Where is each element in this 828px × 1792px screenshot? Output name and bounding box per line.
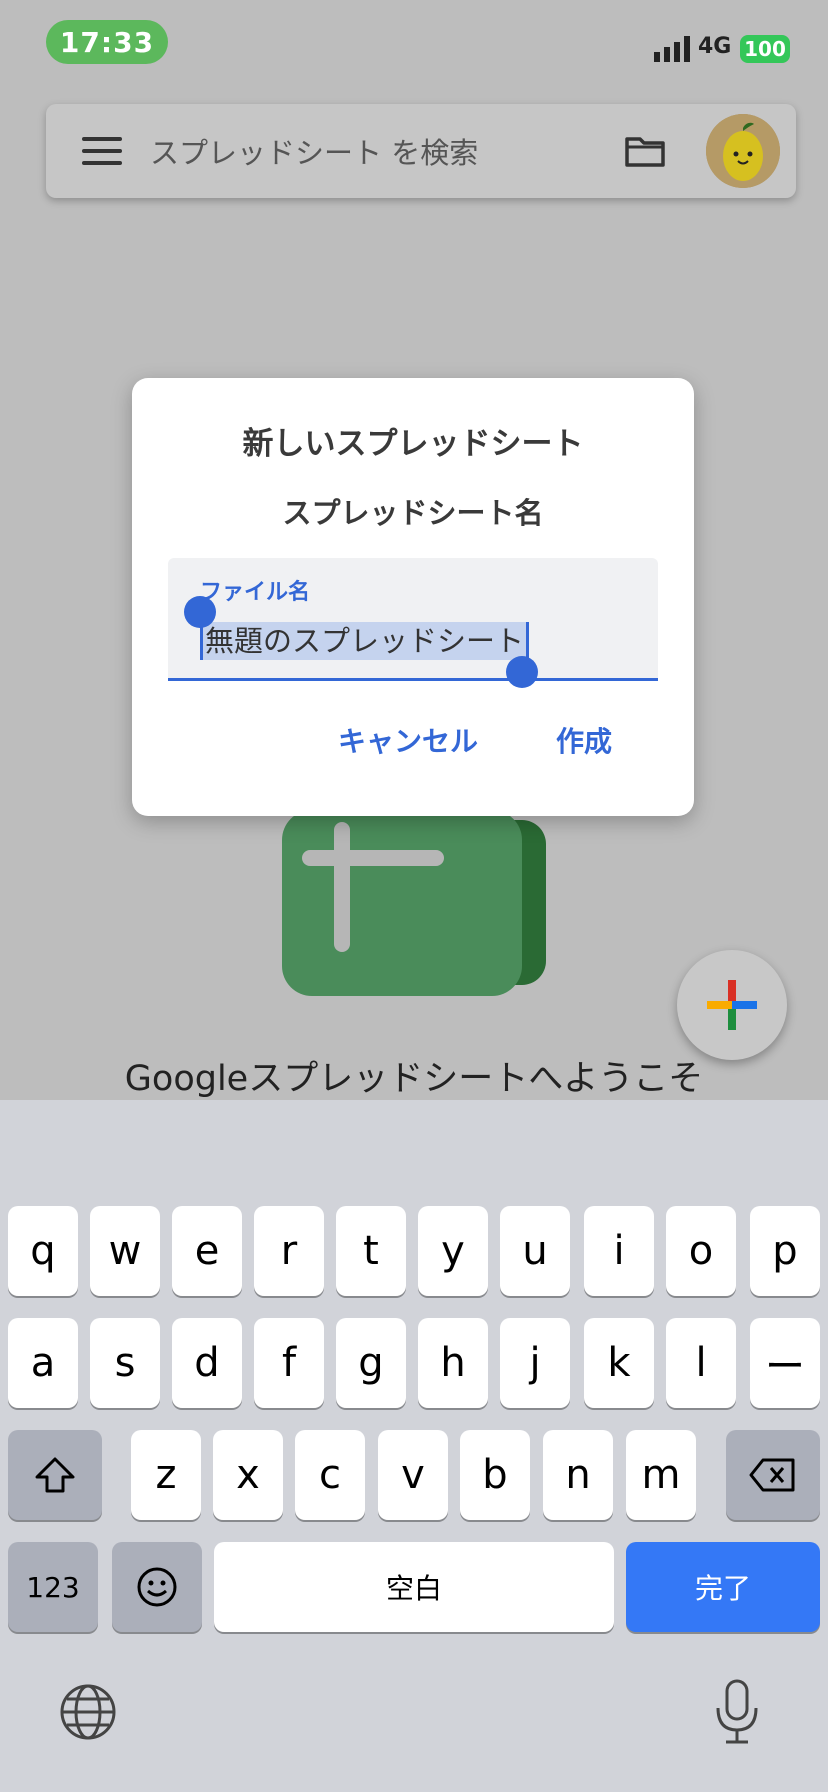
network-label: 4G <box>698 34 732 59</box>
status-time: 17:33 <box>46 20 168 64</box>
key-c[interactable]: c <box>295 1430 365 1520</box>
key-v[interactable]: v <box>378 1430 448 1520</box>
key-w[interactable]: w <box>90 1206 160 1296</box>
key-u[interactable]: u <box>500 1206 570 1296</box>
sheets-logo-icon <box>282 810 546 996</box>
cancel-button[interactable]: キャンセル <box>338 720 478 760</box>
shift-key[interactable] <box>8 1430 102 1520</box>
file-name-field[interactable]: ファイル名 無題のスプレッドシート <box>168 558 658 688</box>
key-t[interactable]: t <box>336 1206 406 1296</box>
microphone-icon[interactable] <box>712 1678 762 1746</box>
search-bar[interactable]: スプレッドシート を検索 <box>46 104 796 198</box>
key-m[interactable]: m <box>626 1430 696 1520</box>
plus-icon <box>707 980 757 1030</box>
numbers-key[interactable]: 123 <box>8 1542 98 1632</box>
space-key[interactable]: 空白 <box>214 1542 614 1632</box>
key-s[interactable]: s <box>90 1318 160 1408</box>
battery-indicator: 100 <box>740 35 790 63</box>
signal-icon <box>654 36 690 62</box>
key-i[interactable]: i <box>584 1206 654 1296</box>
avatar[interactable] <box>706 114 780 188</box>
search-placeholder[interactable]: スプレッドシート を検索 <box>150 130 478 172</box>
emoji-icon <box>137 1567 177 1607</box>
key-z[interactable]: z <box>131 1430 201 1520</box>
key-x[interactable]: x <box>213 1430 283 1520</box>
key-o[interactable]: o <box>666 1206 736 1296</box>
backspace-key[interactable] <box>726 1430 820 1520</box>
key-j[interactable]: j <box>500 1318 570 1408</box>
key-a[interactable]: a <box>8 1318 78 1408</box>
new-button[interactable] <box>677 950 787 1060</box>
file-name-input[interactable]: 無題のスプレッドシート <box>200 622 530 660</box>
field-label: ファイル名 <box>200 580 311 605</box>
done-key[interactable]: 完了 <box>626 1542 820 1632</box>
key-p[interactable]: p <box>750 1206 820 1296</box>
key-l[interactable]: l <box>666 1318 736 1408</box>
key-y[interactable]: y <box>418 1206 488 1296</box>
key-g[interactable]: g <box>336 1318 406 1408</box>
key-f[interactable]: f <box>254 1318 324 1408</box>
dialog-title: 新しいスプレッドシート <box>242 426 584 462</box>
shift-icon <box>35 1457 75 1493</box>
key-q[interactable]: q <box>8 1206 78 1296</box>
key-r[interactable]: r <box>254 1206 324 1296</box>
key-n[interactable]: n <box>543 1430 613 1520</box>
lemon-avatar-icon <box>706 114 780 188</box>
key-long-vowel[interactable]: ー <box>750 1318 820 1408</box>
keyboard: q w e r t y u i o p a s d f g h j k l ー … <box>0 1100 828 1792</box>
emoji-key[interactable] <box>112 1542 202 1632</box>
folder-icon[interactable] <box>624 134 666 168</box>
key-k[interactable]: k <box>584 1318 654 1408</box>
key-b[interactable]: b <box>460 1430 530 1520</box>
selection-end-handle[interactable] <box>506 656 538 688</box>
menu-icon[interactable] <box>82 137 122 165</box>
backspace-icon <box>749 1458 795 1492</box>
selection-start-handle[interactable] <box>184 596 216 628</box>
key-h[interactable]: h <box>418 1318 488 1408</box>
key-e[interactable]: e <box>172 1206 242 1296</box>
key-d[interactable]: d <box>172 1318 242 1408</box>
new-spreadsheet-dialog: 新しいスプレッドシート スプレッドシート名 ファイル名 無題のスプレッドシート … <box>132 378 694 816</box>
create-button[interactable]: 作成 <box>556 720 612 760</box>
dialog-subtitle: スプレッドシート名 <box>282 496 544 530</box>
globe-icon[interactable] <box>58 1682 118 1742</box>
